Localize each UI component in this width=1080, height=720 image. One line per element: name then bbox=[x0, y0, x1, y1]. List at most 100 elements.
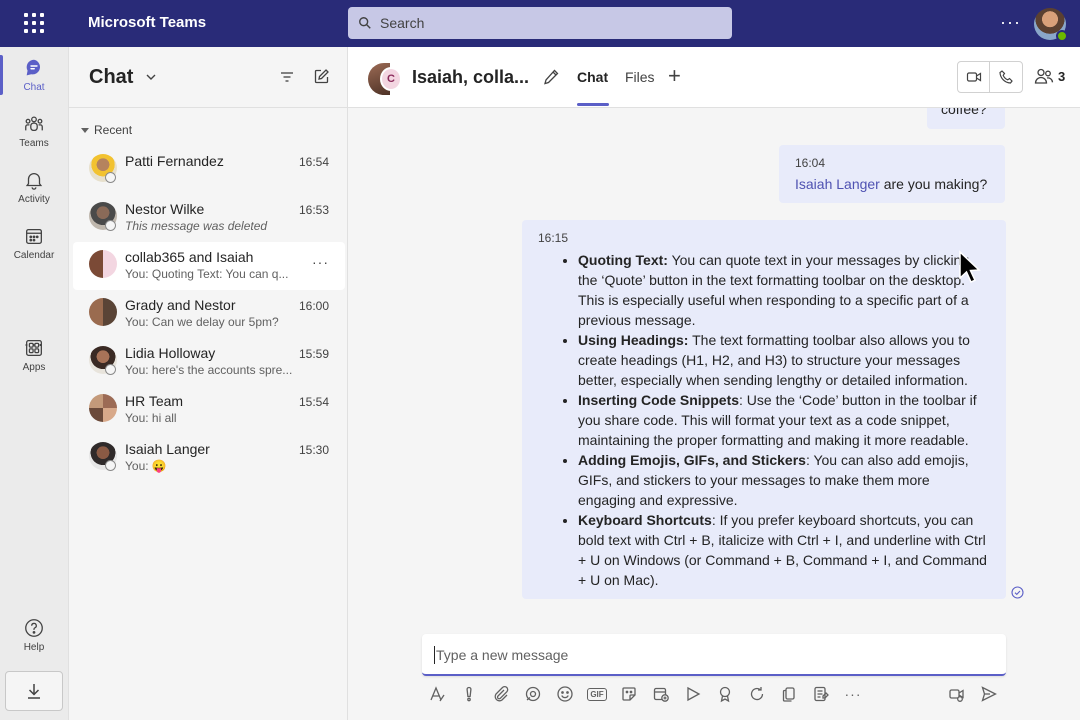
participants-button[interactable]: 3 bbox=[1034, 67, 1065, 85]
message-bubble[interactable]: 16:15 Quoting Text: You can quote text i… bbox=[522, 220, 1006, 599]
chat-item-grady-and-nestor[interactable]: Grady and Nestor 16:00 You: Can we delay… bbox=[73, 290, 345, 338]
rail-item-activity[interactable]: Activity bbox=[0, 159, 68, 215]
loop-button[interactable] bbox=[522, 683, 544, 705]
app-rail: Chat Teams Activity Calendar ··· Apps He… bbox=[0, 47, 68, 720]
video-clip-icon bbox=[949, 689, 964, 702]
send-button[interactable] bbox=[978, 683, 1000, 705]
rail-item-chat[interactable]: Chat bbox=[0, 47, 68, 103]
importance-button[interactable] bbox=[458, 683, 480, 705]
refresh-icon bbox=[750, 687, 764, 701]
rail-item-help[interactable]: Help bbox=[0, 607, 68, 663]
new-chat-icon[interactable] bbox=[313, 68, 330, 85]
message-list: coffee? 16:04 Isaiah Langer are you maki… bbox=[348, 108, 1080, 628]
format-icon bbox=[430, 686, 445, 702]
rail-label-apps: Apps bbox=[22, 362, 46, 373]
filter-icon[interactable] bbox=[279, 69, 295, 85]
message-body: are you making? bbox=[879, 176, 988, 192]
help-icon bbox=[25, 619, 43, 637]
praise-button[interactable] bbox=[714, 683, 736, 705]
rail-item-teams[interactable]: Teams bbox=[0, 103, 68, 159]
add-tab-button[interactable]: + bbox=[668, 65, 681, 87]
sticker-button[interactable] bbox=[618, 683, 640, 705]
rail-item-calendar[interactable]: Calendar bbox=[0, 215, 68, 271]
chat-item-patti-fernandez[interactable]: Patti Fernandez 16:54 bbox=[73, 146, 345, 194]
gif-icon: GIF bbox=[587, 687, 607, 701]
video-camera-icon bbox=[966, 72, 981, 82]
chevron-down-icon[interactable] bbox=[145, 71, 157, 83]
presence-available-icon bbox=[1056, 30, 1068, 42]
recent-section-header[interactable]: Recent bbox=[81, 123, 132, 137]
message-input[interactable] bbox=[436, 644, 976, 666]
chat-preview: This message was deleted bbox=[125, 219, 268, 233]
audio-call-button[interactable] bbox=[990, 62, 1022, 92]
people-icon bbox=[1034, 68, 1054, 84]
rail-label-calendar: Calendar bbox=[13, 250, 55, 261]
conversation-header: C Isaiah, colla... Chat Files + 3 bbox=[348, 47, 1080, 108]
mouse-cursor-icon bbox=[959, 250, 981, 283]
chat-time: 15:59 bbox=[298, 347, 329, 361]
forms-button[interactable] bbox=[810, 683, 832, 705]
chat-name: Grady and Nestor bbox=[125, 297, 236, 313]
rail-label-help: Help bbox=[23, 642, 45, 653]
chat-name: Patti Fernandez bbox=[125, 153, 224, 169]
app-launcher-icon[interactable] bbox=[22, 11, 46, 35]
chat-list-title: Chat bbox=[89, 66, 134, 88]
mention-link[interactable]: Isaiah Langer bbox=[795, 176, 880, 192]
apps-icon bbox=[26, 340, 42, 356]
bullet-heading: Using Headings: bbox=[578, 332, 689, 348]
profile-avatar[interactable] bbox=[1034, 8, 1068, 42]
chat-list-header: Chat bbox=[69, 47, 347, 108]
chat-item-nestor-wilke[interactable]: Nestor Wilke 16:53 This message was dele… bbox=[73, 194, 345, 242]
conversation-title[interactable]: Isaiah, colla... bbox=[412, 67, 536, 88]
list-item: Keyboard Shortcuts: If you prefer keyboa… bbox=[578, 510, 990, 590]
download-button[interactable] bbox=[5, 671, 63, 711]
status-offline-icon bbox=[105, 364, 116, 375]
tab-files[interactable]: Files bbox=[625, 69, 655, 85]
settings-more-button[interactable]: ··· bbox=[1000, 12, 1021, 33]
apps-button[interactable] bbox=[778, 683, 800, 705]
call-buttons bbox=[957, 61, 1023, 93]
forms-icon bbox=[814, 686, 829, 702]
chat-item-collab365-and-isaiah[interactable]: collab365 and Isaiah You: Quoting Text: … bbox=[73, 242, 345, 290]
rail-item-apps[interactable]: Apps bbox=[0, 327, 68, 383]
stream-button[interactable] bbox=[682, 683, 704, 705]
bullet-heading: Quoting Text: bbox=[578, 252, 668, 268]
group-avatar[interactable]: C bbox=[368, 63, 402, 95]
chat-time: 15:30 bbox=[298, 443, 329, 457]
message-bubble[interactable]: coffee? bbox=[927, 108, 1005, 129]
chat-name: collab365 and Isaiah bbox=[125, 249, 254, 265]
message-bullet-list: Quoting Text: You can quote text in your… bbox=[578, 250, 990, 590]
format-button[interactable] bbox=[426, 683, 448, 705]
message-text: Isaiah Langer are you making? bbox=[795, 176, 987, 192]
avatar bbox=[89, 394, 117, 422]
text-caret bbox=[434, 646, 435, 664]
chat-name: Nestor Wilke bbox=[125, 201, 205, 217]
search-box[interactable]: Search bbox=[348, 7, 732, 39]
more-options-button[interactable]: ··· bbox=[842, 683, 864, 705]
message-bubble[interactable]: 16:04 Isaiah Langer are you making? bbox=[779, 145, 1005, 203]
list-item: Inserting Code Snippets: Use the ‘Code’ … bbox=[578, 390, 990, 450]
video-call-button[interactable] bbox=[958, 62, 990, 92]
schedule-meeting-button[interactable] bbox=[650, 683, 672, 705]
video-clip-button[interactable] bbox=[946, 683, 968, 705]
chat-item-hr-team[interactable]: HR Team 15:54 You: hi all bbox=[73, 386, 345, 434]
status-offline-icon bbox=[105, 460, 116, 471]
exclamation-icon bbox=[466, 686, 472, 702]
chat-preview: You: hi all bbox=[125, 411, 177, 425]
send-icon bbox=[981, 686, 997, 702]
chat-item-lidia-holloway[interactable]: Lidia Holloway 15:59 You: here's the acc… bbox=[73, 338, 345, 386]
pencil-icon[interactable] bbox=[542, 68, 560, 86]
emoji-button[interactable] bbox=[554, 683, 576, 705]
paperclip-icon bbox=[494, 685, 509, 702]
gif-button[interactable]: GIF bbox=[586, 683, 608, 705]
chat-name: HR Team bbox=[125, 393, 184, 409]
chat-more-options-button[interactable]: ··· bbox=[312, 254, 329, 270]
tab-chat[interactable]: Chat bbox=[577, 69, 610, 106]
chat-name: Isaiah Langer bbox=[125, 441, 210, 457]
chat-item-isaiah-langer[interactable]: Isaiah Langer 15:30 You: 😛 bbox=[73, 434, 345, 482]
attach-button[interactable] bbox=[490, 683, 512, 705]
compose-box[interactable] bbox=[422, 634, 1006, 676]
chat-preview: You: Quoting Text: You can q... bbox=[125, 267, 289, 281]
chat-time: 16:53 bbox=[298, 203, 329, 217]
refresh-button[interactable] bbox=[746, 683, 768, 705]
